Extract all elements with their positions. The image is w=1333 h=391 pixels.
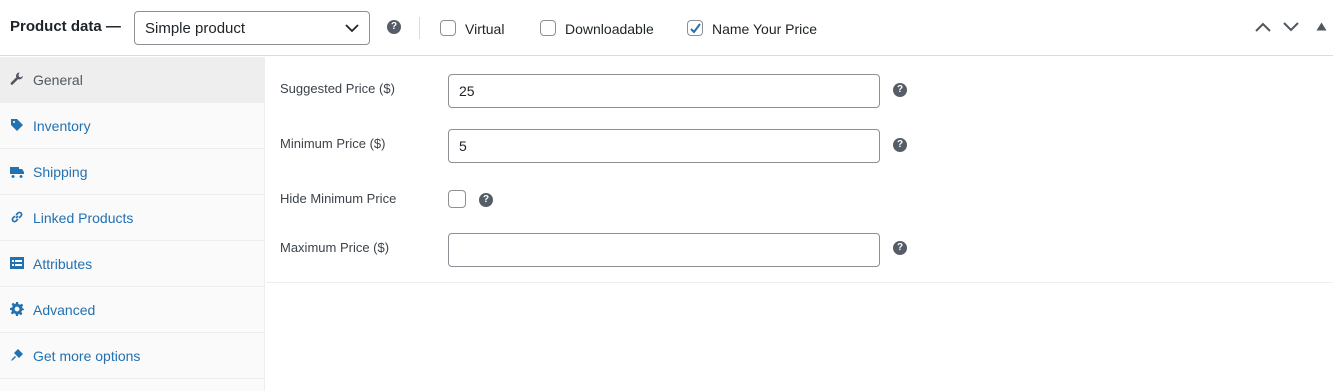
- help-icon[interactable]: ?: [893, 83, 907, 97]
- tab-inventory[interactable]: Inventory: [0, 103, 264, 149]
- checkmark-icon: [690, 23, 701, 34]
- tab-attributes-label: Attributes: [33, 256, 93, 272]
- hide-minimum-price-checkbox[interactable]: [448, 190, 466, 208]
- downloadable-label: Downloadable: [565, 21, 654, 37]
- plugin-icon: [11, 349, 23, 361]
- hide-minimum-price-label: Hide Minimum Price: [280, 191, 397, 206]
- product-data-tabs: General Inventory Shipping Linked Produc…: [0, 57, 265, 391]
- tab-linked-products[interactable]: Linked Products: [0, 195, 264, 241]
- tab-inventory-label: Inventory: [33, 118, 91, 134]
- name-your-price-checkbox[interactable]: [687, 20, 703, 36]
- product-data-header: Product data — Simple product ? Virtual …: [0, 0, 1333, 56]
- suggested-price-input[interactable]: 25: [448, 74, 880, 108]
- chevron-down-icon: [345, 24, 359, 33]
- collapse-toggle-icon[interactable]: [1316, 22, 1327, 31]
- tab-linked-products-label: Linked Products: [33, 210, 134, 226]
- virtual-label: Virtual: [465, 21, 505, 37]
- link-icon: [11, 211, 23, 223]
- maximum-price-label: Maximum Price ($): [280, 240, 390, 255]
- tab-shipping-label: Shipping: [33, 164, 88, 180]
- tab-advanced[interactable]: Advanced: [0, 287, 264, 333]
- tab-get-more-options[interactable]: Get more options: [0, 333, 264, 379]
- minimum-price-value: 5: [459, 138, 467, 154]
- help-icon[interactable]: ?: [893, 138, 907, 152]
- help-icon[interactable]: ?: [479, 193, 493, 207]
- tab-shipping[interactable]: Shipping: [0, 149, 264, 195]
- tab-general[interactable]: General: [0, 57, 264, 103]
- tab-get-more-options-label: Get more options: [33, 348, 141, 364]
- chevron-up-icon[interactable]: [1255, 21, 1271, 33]
- minimum-price-label: Minimum Price ($): [280, 136, 386, 151]
- suggested-price-label: Suggested Price ($): [280, 81, 395, 96]
- maximum-price-input[interactable]: [448, 233, 880, 267]
- product-type-value: Simple product: [145, 20, 246, 37]
- virtual-checkbox[interactable]: [440, 20, 456, 36]
- tag-icon: [11, 119, 23, 131]
- gear-icon: [10, 302, 24, 316]
- chevron-down-icon[interactable]: [1283, 21, 1299, 33]
- help-icon[interactable]: ?: [893, 241, 907, 255]
- downloadable-checkbox[interactable]: [540, 20, 556, 36]
- tab-advanced-label: Advanced: [33, 302, 96, 318]
- wrench-icon: [10, 72, 23, 85]
- list-icon: [10, 257, 24, 269]
- tab-attributes[interactable]: Attributes: [0, 241, 264, 287]
- panel-divider: [266, 282, 1333, 283]
- divider: [419, 17, 420, 39]
- help-icon[interactable]: ?: [387, 20, 401, 34]
- tab-general-label: General: [33, 72, 83, 88]
- name-your-price-label: Name Your Price: [712, 21, 818, 37]
- product-type-select[interactable]: Simple product: [134, 11, 370, 45]
- minimum-price-input[interactable]: 5: [448, 129, 880, 163]
- truck-icon: [10, 167, 24, 178]
- product-data-title: Product data —: [10, 18, 121, 35]
- suggested-price-value: 25: [459, 83, 475, 99]
